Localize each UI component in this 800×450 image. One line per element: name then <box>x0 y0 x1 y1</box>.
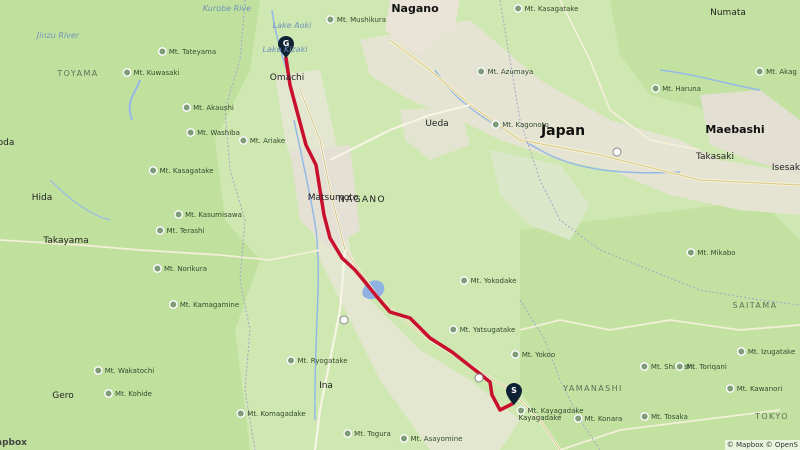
mountain-label: Mt. Kamagamine <box>168 300 239 310</box>
mountain-label: Mt. Haruna <box>651 84 701 94</box>
city-label-oda: oda <box>0 138 15 148</box>
mountain-label: Mt. Komagadake <box>236 409 306 419</box>
start-pin-icon[interactable]: S <box>506 383 522 405</box>
region-label-tokyo: TOKYO <box>755 412 789 421</box>
mountain-label: Mt. Tosaka <box>640 412 688 422</box>
mountain-label: Mt. Yokodake <box>459 276 516 286</box>
road-badge-icon <box>339 315 349 325</box>
region-label-toyama: TOYAMA <box>57 69 99 78</box>
mountain-label: Mt. Akaushi <box>182 103 234 113</box>
mountain-label: Mt. Asayomine <box>399 434 462 444</box>
mountain-label: Mt. Kuwasaki <box>122 68 179 78</box>
mountain-label: Mt. Azumaya <box>476 67 533 77</box>
mountain-label: Mt. Yatsugatake <box>448 325 515 335</box>
map-canvas[interactable]: G S Nagano Japan Numata Maebashi Takasak… <box>0 0 800 450</box>
mountain-label: Mt. Norikura <box>152 264 207 274</box>
start-pin-label: S <box>511 386 517 395</box>
city-label-hida: Hida <box>31 193 53 203</box>
mountain-label: Mt. Washiba <box>186 128 240 138</box>
region-label-yamanashi: YAMANASHI <box>563 384 623 393</box>
mountain-label: Mt. Togura <box>343 429 391 439</box>
mountain-label: Mt. Yokoo <box>510 350 555 360</box>
city-label-maebashi: Maebashi <box>705 123 765 136</box>
mountain-label: Mt. Izugatake <box>736 347 795 357</box>
city-label-takasaki: Takasaki <box>695 152 735 162</box>
mountain-label: Mt. Kasagatake <box>148 166 213 176</box>
water-label-lake-aoki: Lake Aoki <box>272 21 312 30</box>
mapbox-logo[interactable]: apbox <box>0 438 27 448</box>
city-label-takayama: Takayama <box>43 236 89 246</box>
region-label-nagano: NAGANO <box>337 195 387 205</box>
mountain-label: Mt. Kawanori <box>725 384 782 394</box>
mountain-label: Mt. Kagonoto <box>491 120 549 130</box>
water-label-jinzu-river: Jinzu River <box>36 31 80 40</box>
city-label-omachi: Omachi <box>269 73 305 83</box>
terrain-layer <box>0 0 800 450</box>
water-label-lake-kizaki: Lake Kizaki <box>262 45 308 54</box>
mountain-label: Mt. Tateyama <box>157 47 216 57</box>
road-badge-icon <box>612 147 622 157</box>
place-label: Kayagadake <box>518 414 562 422</box>
mountain-label: Mt. Kasumisawa <box>174 210 242 220</box>
mountain-label: Mt. Wakatochi <box>93 366 154 376</box>
mountain-label: Mt. Kasagatake <box>513 4 578 14</box>
region-label-saitama: SAITAMA <box>732 301 778 310</box>
mountain-label: Mt. Ariake <box>238 136 285 146</box>
map-attribution[interactable]: © Mapbox © OpenS <box>724 440 800 450</box>
city-label-nagano: Nagano <box>391 2 439 15</box>
mountain-label: Mt. Mushikura <box>325 15 386 25</box>
city-label-isesaki: Isesak <box>771 163 800 173</box>
city-label-ueda: Ueda <box>425 119 449 129</box>
road-badge-icon <box>474 373 484 383</box>
water-label-kurobe-river: Kurobe Rive <box>202 4 252 13</box>
mountain-label: Mt. Mikabo <box>686 248 736 258</box>
city-label-gero: Gero <box>52 391 74 401</box>
mountain-label: Mt. Toriqani <box>675 362 727 372</box>
mountain-label: Mt. Konara <box>573 414 622 424</box>
city-label-ina: Ina <box>319 381 333 391</box>
mountain-label: Mt. Ryogatake <box>286 356 348 366</box>
city-label-numata: Numata <box>710 8 746 18</box>
mountain-label: Mt. Kohide <box>104 389 152 399</box>
mountain-label: Mt. Akag <box>755 67 797 77</box>
mountain-label: Mt. Terashi <box>155 226 204 236</box>
